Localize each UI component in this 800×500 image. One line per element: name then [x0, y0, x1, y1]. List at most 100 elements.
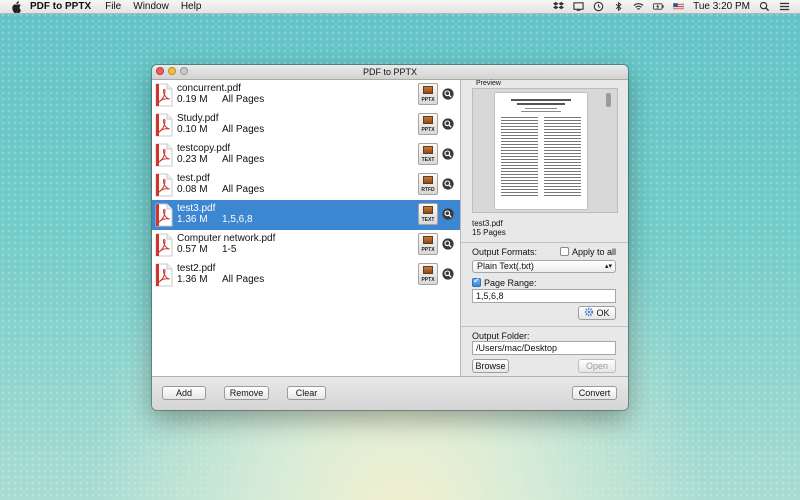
menu-app-name[interactable]: PDF to PPTX [30, 1, 91, 12]
output-format-button[interactable]: TEXT [418, 203, 438, 225]
file-name: Computer network.pdf [177, 233, 276, 244]
pdf-file-icon [155, 173, 173, 197]
flag-icon[interactable] [673, 1, 684, 12]
format-document-icon [423, 116, 433, 124]
page-range-input[interactable]: 1,5,6,8 [472, 289, 616, 303]
preview-area[interactable] [472, 88, 618, 213]
output-format-label: RTFD [421, 187, 435, 193]
apple-icon[interactable] [10, 0, 22, 13]
output-folder-input[interactable]: /Users/mac/Desktop [472, 341, 616, 355]
zoom-window-button[interactable] [180, 67, 188, 75]
preview-page-count: 15 Pages [472, 228, 506, 237]
ok-button[interactable]: OK [578, 306, 616, 320]
file-row[interactable]: testcopy.pdf 0.23 M All Pages TEXT [152, 140, 460, 170]
file-name: test2.pdf [177, 263, 216, 274]
file-page-range: 1-5 [222, 244, 237, 255]
notification-center-icon[interactable] [779, 1, 790, 12]
app-window: PDF to PPTX concurrent.pdf 0.19 M All Pa… [152, 65, 628, 410]
apply-to-all-checkbox[interactable] [560, 247, 569, 256]
format-document-icon [423, 236, 433, 244]
spotlight-icon[interactable] [759, 1, 770, 12]
file-row[interactable]: Computer network.pdf 0.57 M 1-5 PPTX [152, 230, 460, 260]
output-format-label: TEXT [421, 217, 435, 223]
wifi-icon[interactable] [633, 1, 644, 12]
output-format-button[interactable]: TEXT [418, 143, 438, 165]
pdf-file-icon [155, 233, 173, 257]
menu-help[interactable]: Help [181, 1, 202, 12]
file-size: 1.36 M [177, 214, 208, 225]
separator [461, 242, 628, 243]
dropbox-icon[interactable] [553, 1, 565, 12]
page-range-label: Page Range: [484, 278, 537, 288]
ok-button-label: OK [596, 308, 610, 318]
format-document-icon [423, 86, 433, 94]
file-size: 0.57 M [177, 244, 208, 255]
output-format-button[interactable]: RTFD [418, 173, 438, 195]
magnifier-icon[interactable] [442, 118, 454, 130]
menu-window[interactable]: Window [133, 1, 169, 12]
file-row[interactable]: test3.pdf 1.36 M 1,5,6,8 TEXT [152, 200, 460, 230]
pdf-file-icon [155, 83, 173, 107]
output-format-button[interactable]: PPTX [418, 263, 438, 285]
status-area: Tue 3:20 PM [544, 1, 790, 12]
pdf-file-icon [155, 203, 173, 227]
browse-button[interactable]: Browse [472, 359, 509, 373]
magnifier-icon[interactable] [442, 148, 454, 160]
magnifier-icon[interactable] [442, 238, 454, 250]
file-size: 1.36 M [177, 274, 208, 285]
magnifier-icon[interactable] [442, 208, 454, 220]
magnifier-icon[interactable] [442, 268, 454, 280]
format-document-icon [423, 206, 433, 214]
minimize-window-button[interactable] [168, 67, 176, 75]
file-page-range: 1,5,6,8 [222, 214, 253, 225]
close-window-button[interactable] [156, 67, 164, 75]
gear-icon [585, 307, 594, 317]
preview-label: Preview [476, 80, 501, 87]
output-format-label: PPTX [421, 127, 435, 133]
window-titlebar: PDF to PPTX [152, 65, 628, 80]
file-size: 0.08 M [177, 184, 208, 195]
output-format-label: PPTX [421, 97, 435, 103]
file-name: Study.pdf [177, 113, 219, 124]
page-range-checkbox[interactable] [472, 276, 481, 287]
battery-icon[interactable] [653, 1, 664, 12]
file-row[interactable]: test2.pdf 1.36 M All Pages PPTX [152, 260, 460, 290]
pdf-file-icon [155, 143, 173, 167]
file-list[interactable]: concurrent.pdf 0.19 M All Pages PPTX Stu… [152, 80, 461, 376]
remove-button[interactable]: Remove [224, 386, 269, 400]
output-format-button[interactable]: PPTX [418, 233, 438, 255]
output-format-select[interactable]: Plain Text(.txt) ▴▾ [472, 260, 616, 273]
output-format-button[interactable]: PPTX [418, 113, 438, 135]
output-format-label: PPTX [421, 277, 435, 283]
file-row[interactable]: Study.pdf 0.10 M All Pages PPTX [152, 110, 460, 140]
open-button[interactable]: Open [578, 359, 616, 373]
menu-file[interactable]: File [105, 1, 121, 12]
file-name: test3.pdf [177, 203, 216, 214]
preview-page-thumbnail [495, 93, 587, 209]
settings-panel: Preview test3.pdf 15 Pages Output Format… [461, 80, 628, 376]
file-row[interactable]: test.pdf 0.08 M All Pages RTFD [152, 170, 460, 200]
screen-icon[interactable] [573, 1, 584, 12]
magnifier-icon[interactable] [442, 88, 454, 100]
file-row[interactable]: concurrent.pdf 0.19 M All Pages PPTX [152, 80, 460, 110]
add-button[interactable]: Add [162, 386, 206, 400]
file-page-range: All Pages [222, 124, 265, 135]
convert-button[interactable]: Convert [572, 386, 617, 400]
menubar-clock[interactable]: Tue 3:20 PM [693, 1, 750, 12]
window-title: PDF to PPTX [362, 67, 417, 77]
preview-filename: test3.pdf [472, 219, 503, 228]
select-arrows-icon: ▴▾ [604, 263, 612, 270]
preview-scrollbar[interactable] [606, 93, 611, 107]
preview-page-text-lines [501, 99, 581, 196]
pdf-file-icon [155, 113, 173, 137]
time-machine-icon[interactable] [593, 1, 604, 12]
output-format-value: Plain Text(.txt) [477, 261, 534, 271]
clear-button[interactable]: Clear [287, 386, 326, 400]
file-name: test.pdf [177, 173, 210, 184]
output-format-button[interactable]: PPTX [418, 83, 438, 105]
magnifier-icon[interactable] [442, 178, 454, 190]
bluetooth-icon[interactable] [613, 1, 624, 12]
format-document-icon [423, 266, 433, 274]
file-page-range: All Pages [222, 154, 265, 165]
file-page-range: All Pages [222, 184, 265, 195]
